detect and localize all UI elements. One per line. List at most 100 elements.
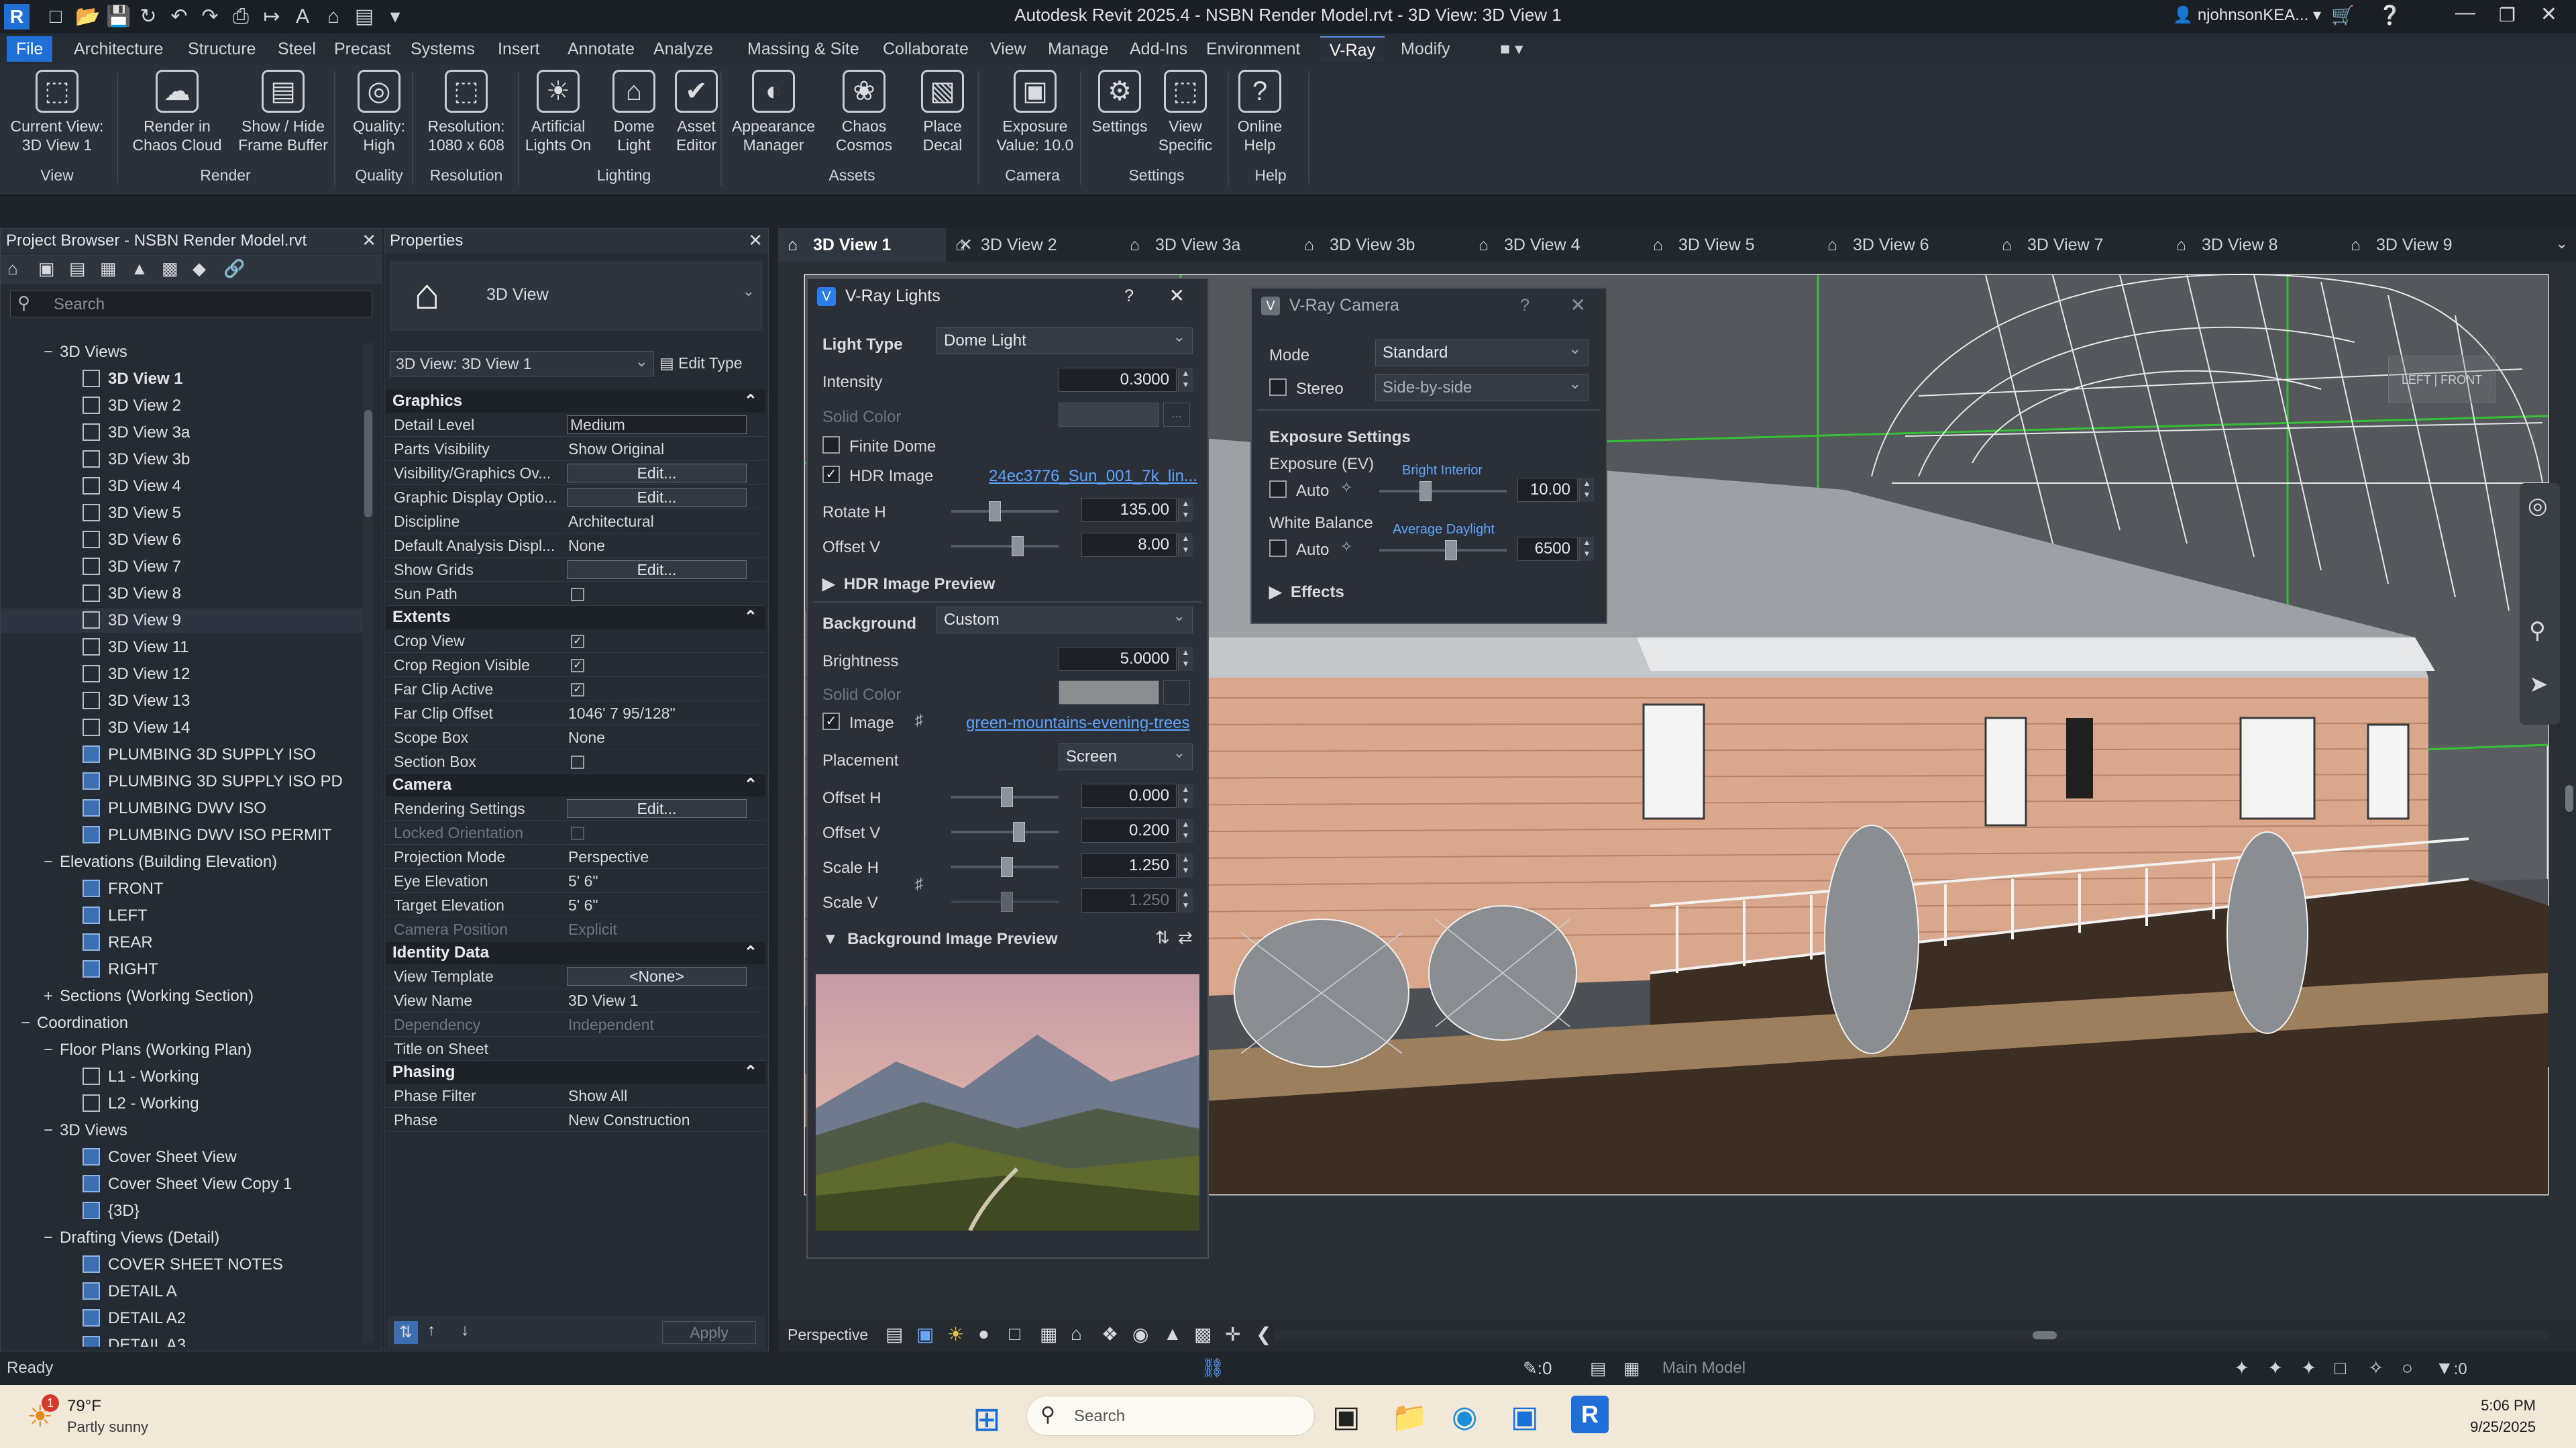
collapse-icon[interactable]: − [44, 850, 60, 874]
tree-item-detail-a2[interactable]: DETAIL A2 [1, 1306, 363, 1331]
menu-tab-systems[interactable]: Systems [401, 36, 484, 62]
prop-value[interactable]: 5' 6" [568, 869, 598, 893]
menu-tab-v-ray[interactable]: V-Ray [1320, 36, 1385, 62]
tree-item-3d-view-14[interactable]: 3D View 14 [1, 716, 363, 740]
prop-section-camera[interactable]: Camera ⌃ [386, 774, 765, 796]
tree-item-3d-view-6[interactable]: 3D View 6 [1, 528, 363, 552]
viewport-horizontal-scrollbar[interactable] [1275, 1330, 2549, 1341]
orbit-icon[interactable]: ➤ [2529, 671, 2548, 698]
bg-offset-h-input[interactable]: 0.000 [1081, 784, 1177, 808]
prop-value[interactable]: Show All [568, 1084, 627, 1108]
tree-item-cover-sheet-notes[interactable]: COVER SHEET NOTES [1, 1253, 363, 1277]
viewport-vertical-scrollbar[interactable] [2563, 262, 2576, 1319]
menu-tab-annotate[interactable]: Annotate [558, 36, 644, 62]
prop-section-phasing[interactable]: Phasing ⌃ [386, 1061, 765, 1084]
tree-item-3d-view-3a[interactable]: 3D View 3a [1, 421, 363, 445]
visual-style-icon[interactable]: ▤ [885, 1323, 903, 1345]
viewcube-icon[interactable]: LEFT | FRONT [2388, 356, 2496, 403]
prop-checkbox[interactable] [571, 756, 584, 769]
view-tab-3d-view-2[interactable]: ⌂ 3D View 2 [946, 228, 1114, 262]
view-tab-3d-view-1[interactable]: ⌂ 3D View 1 ✕ [778, 228, 973, 262]
menu-tab-collaborate[interactable]: Collaborate [873, 36, 978, 62]
select-pinned-icon[interactable]: ✦ [2301, 1351, 2316, 1385]
hdr-image-checkbox[interactable]: ✓ [822, 466, 840, 483]
instance-selector[interactable]: 3D View: 3D View 1 ⌄ [390, 351, 654, 376]
file-explorer-icon[interactable]: 📁 [1391, 1400, 1428, 1435]
close-icon[interactable]: ✕ [1169, 279, 1185, 313]
tree-item-3d-view-4[interactable]: 3D View 4 [1, 474, 363, 499]
flip-horizontal-icon[interactable]: ⇄ [1178, 927, 1193, 948]
exposure-input[interactable]: 10.00 [1517, 478, 1578, 502]
expand-icon[interactable]: + [44, 984, 60, 1009]
taskbar-search[interactable]: ⚲ Search [1026, 1396, 1315, 1436]
exposure-spinner[interactable]: ▲ ▼ [1579, 478, 1594, 502]
wb-auto-checkbox[interactable] [1269, 539, 1287, 557]
sync-icon[interactable]: ↻ [137, 5, 160, 28]
eyedropper-icon[interactable]: ✧ [1340, 479, 1352, 497]
menu-tab-insert[interactable]: Insert [488, 36, 549, 62]
menu-tab-steel[interactable]: Steel [268, 36, 325, 62]
editable-only-icon[interactable]: ✎:0 [1523, 1351, 1552, 1385]
scale-h-input[interactable]: 1.250 [1081, 854, 1177, 878]
rotate-h-input[interactable]: 135.00 [1081, 498, 1177, 522]
temporary-hide-icon[interactable]: ❖ [1102, 1323, 1118, 1345]
menu-tab-environment[interactable]: Environment [1197, 36, 1309, 62]
revit-logo-icon[interactable]: R [4, 4, 30, 30]
prop-section-graphics[interactable]: Graphics ⌃ [386, 390, 765, 413]
print-icon[interactable]: ⎙ [229, 5, 252, 28]
collapse-section-icon[interactable]: ⌃ [744, 390, 757, 413]
slider-knob[interactable] [989, 501, 1001, 521]
revit-taskbar-icon[interactable]: R [1571, 1396, 1609, 1433]
exposure-auto-checkbox[interactable] [1269, 480, 1287, 498]
camera-mode-dropdown[interactable]: Standard [1375, 336, 1589, 366]
tree-item-sections-working-section[interactable]: + Sections (Working Section) [1, 984, 363, 1009]
view-tab-3d-view-6[interactable]: ⌂ 3D View 6 [1818, 228, 1986, 262]
close-icon[interactable]: ✕ [1570, 289, 1586, 322]
slider-knob[interactable] [1445, 540, 1457, 560]
tree-item-elevations-building-elevation[interactable]: − Elevations (Building Elevation) [1, 850, 363, 874]
scrollbar-thumb[interactable] [364, 410, 372, 517]
prop-value[interactable]: Architectural [568, 509, 654, 533]
tab-overflow-icon[interactable]: ⌄ [2556, 235, 2568, 252]
tree-item-3d-view-13[interactable]: 3D View 13 [1, 689, 363, 713]
tree-item-3d[interactable]: {3D} [1, 1199, 363, 1223]
ribbon-chaos-cosmos-button[interactable]: ❀ Chaos Cosmos [822, 70, 906, 154]
menu-tab-modify[interactable]: Modify [1391, 36, 1460, 62]
prop-value[interactable]: 3D View 1 [568, 988, 638, 1013]
ribbon-view-specific-button[interactable]: ⬚ View Specific [1151, 70, 1220, 154]
background-processes-icon[interactable]: ○ [2402, 1351, 2413, 1385]
prop-checkbox[interactable]: ✓ [571, 635, 584, 648]
sort-az-icon[interactable]: ↑ [427, 1321, 435, 1340]
effects-toggle[interactable]: ▶ Effects [1269, 582, 1344, 602]
prop-value[interactable]: None [568, 725, 605, 749]
exposure-slider[interactable] [1379, 481, 1507, 501]
close-icon[interactable]: ✕ [748, 230, 763, 251]
workset-icon[interactable]: ⛓ [1201, 1351, 1225, 1385]
active-model[interactable]: Main Model [1662, 1351, 1746, 1385]
collapse-icon[interactable]: − [44, 1226, 60, 1250]
prop-value[interactable]: Show Original [568, 437, 664, 461]
render-dialog-icon[interactable]: ● [978, 1323, 989, 1345]
highlight-displacement-icon[interactable]: ▩ [1194, 1323, 1212, 1345]
menu-tab-file[interactable]: File [7, 36, 53, 62]
panel-label-lighting[interactable]: Lighting [523, 166, 724, 185]
tree-item-3d-view-8[interactable]: 3D View 8 [1, 582, 363, 606]
tree-item-3d-view-12[interactable]: 3D View 12 [1, 662, 363, 686]
tree-item-floor-plans-working-plan[interactable]: − Floor Plans (Working Plan) [1, 1038, 363, 1062]
tree-item-3d-view-2[interactable]: 3D View 2 [1, 394, 363, 418]
slider-knob[interactable] [1012, 536, 1024, 556]
minimize-button[interactable]: — [2455, 1, 2475, 24]
bg-preview-toggle[interactable]: ▼ Background Image Preview [822, 930, 1058, 949]
light-type-dropdown[interactable]: Dome Light [936, 324, 1193, 354]
tree-item-3d-view-3b[interactable]: 3D View 3b [1, 448, 363, 472]
tree-item-front[interactable]: FRONT [1, 877, 363, 901]
groups-icon[interactable]: ▩ [162, 258, 178, 279]
prop-edit-button[interactable]: Edit... [567, 799, 747, 818]
menu-tab-precast[interactable]: Precast [325, 36, 400, 62]
view-tab-3d-view-4[interactable]: ⌂ 3D View 4 [1469, 228, 1637, 262]
tree-item-left[interactable]: LEFT [1, 904, 363, 928]
prop-value-field[interactable]: Medium [567, 415, 747, 434]
sort-za-icon[interactable]: ↓ [461, 1321, 469, 1340]
home-icon[interactable]: ⌂ [7, 258, 18, 279]
collapse-section-icon[interactable]: ⌃ [744, 1061, 757, 1084]
